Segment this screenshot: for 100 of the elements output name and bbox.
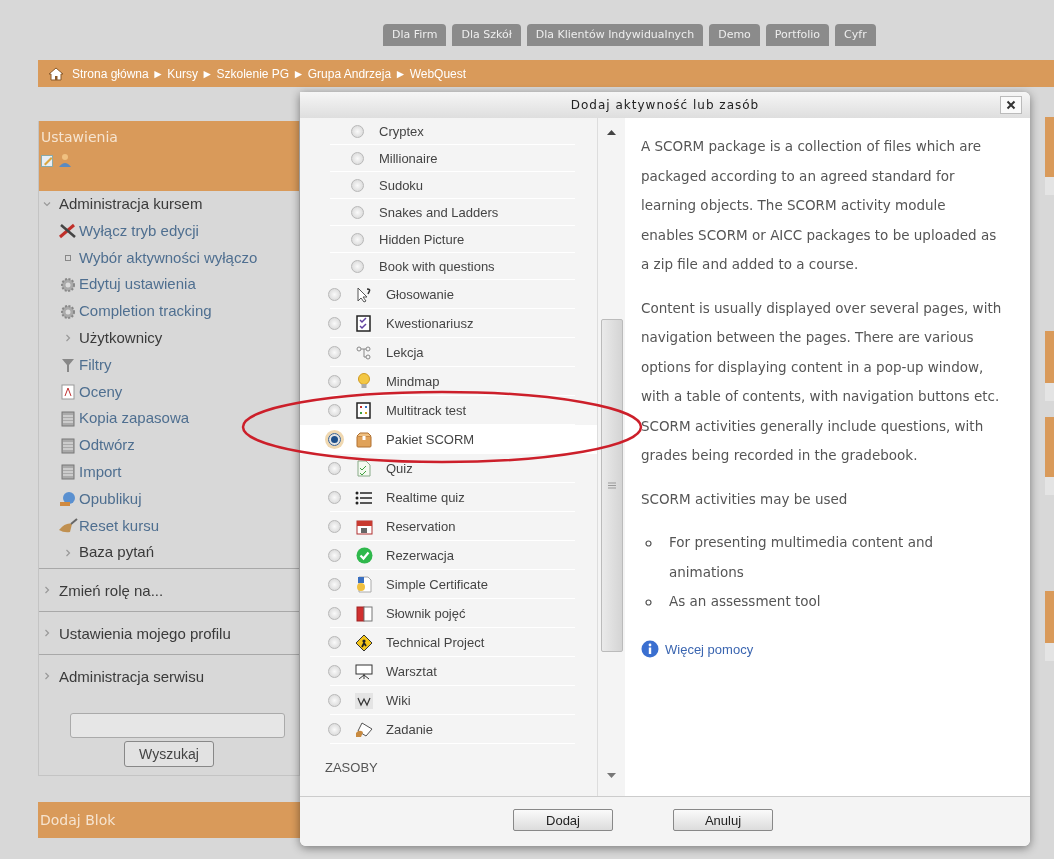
server-icon [60, 437, 75, 454]
menu-link[interactable]: Kopia zapasowa [79, 405, 190, 433]
wiki-icon [355, 692, 373, 709]
search-button[interactable]: Wyszukaj [124, 741, 214, 768]
radio-button[interactable] [328, 520, 341, 533]
activity-option[interactable]: Kwestionariusz [300, 309, 598, 338]
search-field[interactable] [69, 713, 285, 739]
radio-button[interactable] [328, 607, 341, 620]
radio-button[interactable] [328, 549, 341, 562]
server-icon [60, 410, 75, 427]
package-icon [356, 431, 372, 448]
menu-link[interactable]: Reset kursu [79, 512, 160, 540]
radio-button[interactable] [328, 694, 341, 707]
info-icon [641, 640, 659, 659]
list-icon [355, 489, 373, 506]
add-button[interactable]: Dodaj [513, 809, 613, 831]
radio-button[interactable] [328, 665, 341, 678]
edit-icon[interactable] [41, 153, 54, 167]
globe-icon [58, 491, 77, 508]
radio-button[interactable] [328, 346, 341, 359]
radio-button[interactable] [351, 206, 364, 219]
quiz-sheet-icon [357, 460, 371, 477]
activity-option[interactable]: Quiz [300, 454, 598, 483]
activity-option[interactable]: Cryptex [300, 118, 598, 145]
activity-option[interactable]: Snakes and Ladders [300, 199, 598, 226]
activity-option[interactable]: Sudoku [300, 172, 598, 199]
menu-link[interactable]: Filtry [79, 351, 112, 379]
description-paragraph: Content is usually displayed over several pages, with navigation between the pages. There are various options for displaying content in a pop-up window, with a table of contents, with navigation buttons etc. SCORM activities generally include questions, with grades being recorded in the gradebook. [641, 298, 1002, 465]
help-link[interactable]: Więcej pomocy [665, 634, 754, 664]
radio-button[interactable] [328, 317, 341, 330]
collapsed-section[interactable]: Zmień rolę na... [39, 568, 299, 612]
block-title: Dodaj Blok [40, 812, 117, 829]
activity-option[interactable]: Słownik pojęć [300, 599, 598, 628]
collapsed-section[interactable]: Administracja serwisu [39, 654, 299, 698]
caret-icon[interactable] [43, 586, 51, 595]
radio-button[interactable] [328, 636, 341, 649]
activity-option[interactable]: Multitrack test [300, 396, 598, 425]
certificate-icon [356, 576, 372, 593]
checklist-icon [356, 315, 372, 332]
menu-link[interactable]: Opublikuj [79, 485, 142, 513]
test-sheet-icon [356, 402, 372, 419]
radio-button[interactable] [328, 491, 341, 504]
collapsed-section[interactable]: Ustawienia mojego profilu [39, 611, 299, 655]
warning-sign-icon [355, 633, 373, 652]
caret-icon[interactable] [43, 672, 51, 681]
cancel-button[interactable]: Anuluj [673, 809, 773, 831]
menu-link[interactable]: Odtwórz [79, 432, 135, 459]
close-button[interactable] [1000, 96, 1022, 114]
scrollbar[interactable] [597, 118, 625, 796]
radio-button[interactable] [328, 288, 341, 301]
activity-option[interactable]: Lekcja [300, 338, 598, 367]
menu-link[interactable]: Wybór aktywności wyłączo [79, 244, 258, 272]
radio-button[interactable] [328, 404, 341, 417]
flowchart-icon [356, 344, 372, 361]
radio-button[interactable] [351, 125, 364, 138]
radio-button[interactable] [328, 723, 341, 736]
radio-button[interactable] [351, 233, 364, 246]
caret-icon[interactable] [43, 629, 51, 638]
home-icon[interactable] [48, 66, 64, 81]
block-title: Ustawienia [41, 129, 119, 145]
activity-option[interactable]: Mindmap [300, 367, 598, 396]
radio-button[interactable] [328, 462, 341, 475]
activity-option[interactable]: Millionaire [300, 145, 598, 172]
tree-group[interactable]: Administracja kursem [43, 191, 299, 218]
menu-link[interactable]: Oceny [79, 378, 123, 406]
broom-icon [57, 517, 78, 534]
activity-option[interactable]: Rezerwacja [300, 541, 598, 570]
server-icon [60, 464, 75, 481]
radio-button[interactable] [328, 578, 341, 591]
activity-option[interactable]: Warsztat [300, 657, 598, 686]
activity-option[interactable]: Pakiet SCORM [300, 425, 598, 454]
scroll-down-icon[interactable] [607, 773, 617, 778]
radio-button[interactable] [351, 179, 364, 192]
caret-icon[interactable] [63, 548, 72, 557]
tree-group[interactable]: Baza pytań [79, 539, 155, 567]
activity-option[interactable]: Realtime quiz [300, 483, 598, 512]
activity-option[interactable]: Technical Project [300, 628, 598, 657]
activity-option[interactable]: Wiki [300, 686, 598, 715]
caret-icon[interactable] [43, 200, 51, 209]
menu-link[interactable]: Import [79, 458, 122, 486]
radio-button[interactable] [328, 433, 341, 446]
section-heading: ZASOBY [324, 759, 379, 775]
menu-link[interactable]: Edytuj ustawienia [79, 271, 196, 299]
menu-link[interactable]: Wyłącz tryb edycji [79, 217, 199, 245]
activity-option[interactable]: Hidden Picture [300, 226, 598, 253]
menu-link[interactable]: Completion tracking [79, 298, 212, 325]
radio-button[interactable] [351, 152, 364, 165]
cursor-icon [356, 286, 372, 303]
radio-button[interactable] [351, 260, 364, 273]
radio-button[interactable] [328, 375, 341, 388]
caret-icon[interactable] [63, 334, 72, 343]
user-icon[interactable] [58, 153, 72, 167]
activity-option[interactable]: Book with questions [300, 253, 598, 280]
activity-option[interactable]: Zadanie [300, 715, 598, 744]
activity-option[interactable]: Reservation [300, 512, 598, 541]
activity-option[interactable]: Głosowanie [300, 280, 598, 309]
tree-group[interactable]: Użytkownicy [79, 325, 163, 352]
activity-option[interactable]: Simple Certificate [300, 570, 598, 599]
list-item-text: As an assessment tool [669, 592, 821, 611]
scroll-up-icon[interactable] [607, 130, 617, 135]
